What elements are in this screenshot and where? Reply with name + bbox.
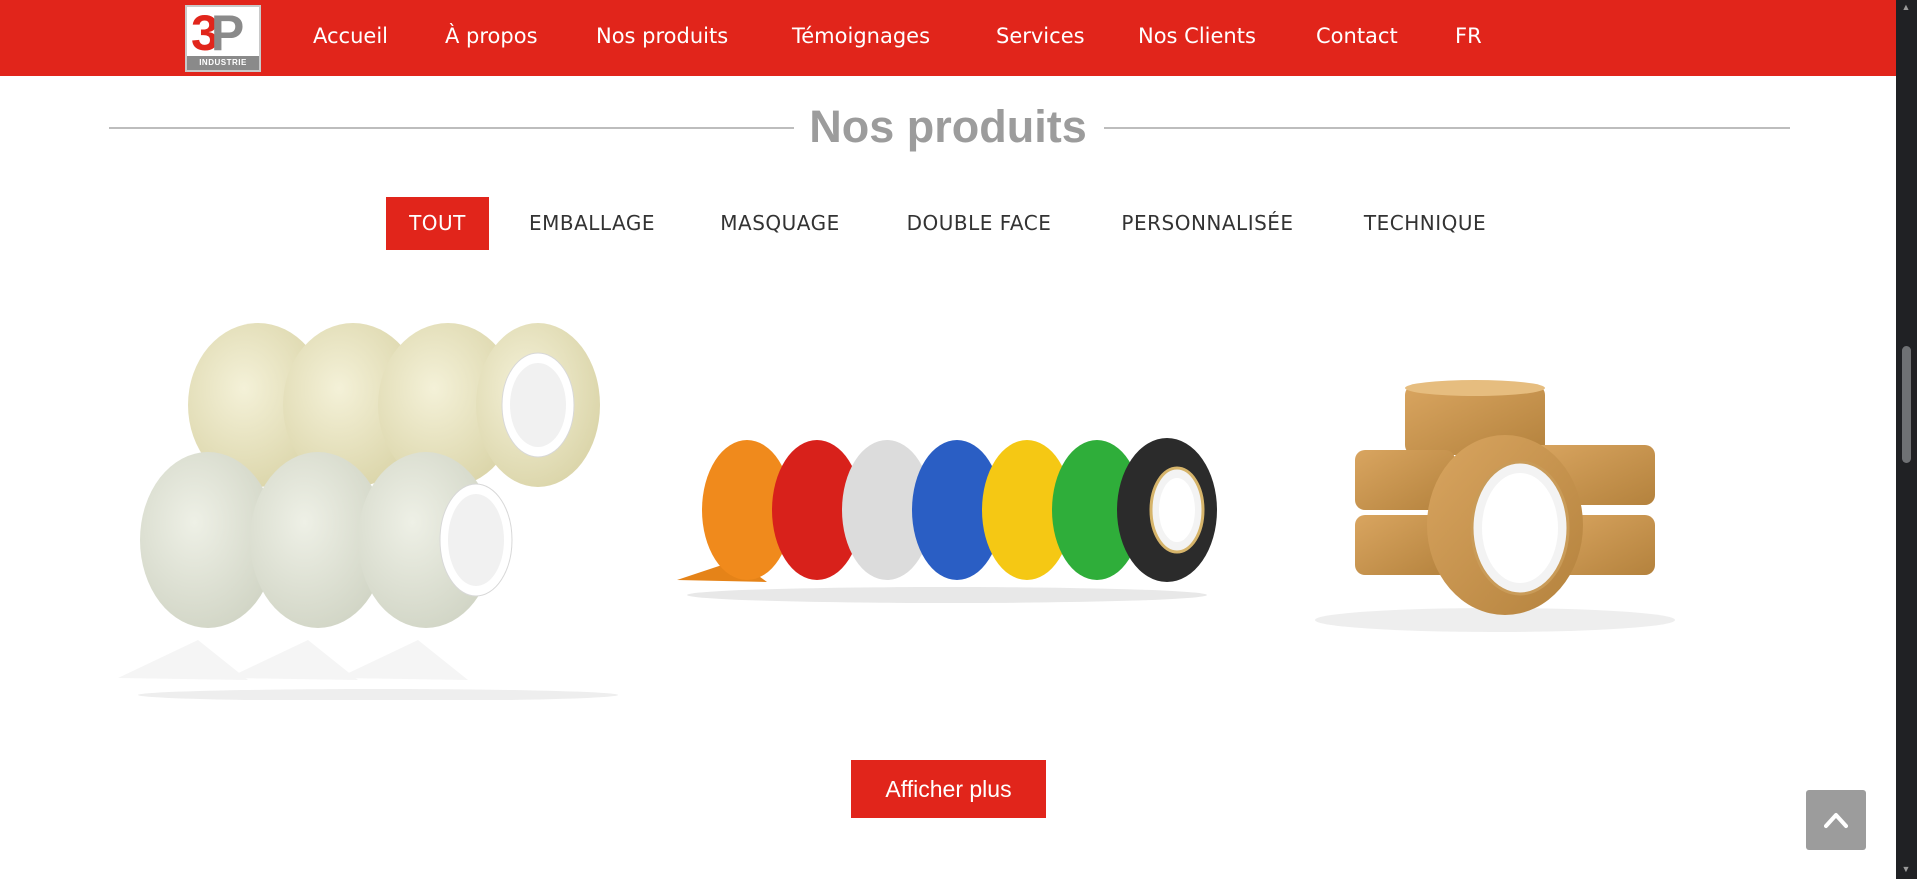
filter-tab-tout[interactable]: TOUT [386, 197, 489, 250]
nav-item-a-propos[interactable]: À propos [445, 24, 538, 52]
top-navbar: 3P INDUSTRIE Accueil À propos Nos produi… [0, 0, 1896, 76]
nav-item-nos-produits[interactable]: Nos produits [596, 24, 728, 52]
chevron-up-icon [1824, 813, 1848, 828]
logo-tag: INDUSTRIE [187, 56, 259, 70]
scroll-down-arrow-icon[interactable]: ▼ [1900, 864, 1912, 874]
filter-tab-technique[interactable]: TECHNIQUE [1345, 197, 1505, 250]
nav-item-services[interactable]: Services [996, 24, 1085, 52]
filter-tab-masquage[interactable]: MASQUAGE [700, 197, 860, 250]
back-to-top-button[interactable] [1806, 790, 1866, 850]
scrollbar-thumb[interactable] [1902, 346, 1911, 463]
nav-item-temoignages[interactable]: Témoignages [792, 24, 930, 52]
nav-item-nos-clients[interactable]: Nos Clients [1138, 24, 1256, 52]
filter-tab-personnalisee[interactable]: PERSONNALISÉE [1101, 197, 1314, 250]
nav-item-accueil[interactable]: Accueil [313, 24, 388, 52]
company-logo[interactable]: 3P INDUSTRIE [185, 5, 261, 72]
scroll-up-arrow-icon[interactable]: ▲ [1900, 2, 1912, 12]
product-card-brown-tape[interactable] [1305, 380, 1685, 640]
filter-tab-emballage[interactable]: EMBALLAGE [512, 197, 672, 250]
heading-divider-right [1104, 127, 1790, 129]
brown-tape-rolls-image [1315, 380, 1675, 632]
product-card-colored-tape[interactable] [677, 430, 1222, 610]
show-more-button[interactable]: Afficher plus [851, 760, 1046, 818]
heading-divider-left [109, 127, 794, 129]
section-title: Nos produits [809, 101, 1087, 152]
colored-tape-rolls-image [677, 438, 1217, 603]
clear-tape-rolls-image [118, 323, 618, 700]
product-card-clear-tape[interactable] [108, 310, 648, 700]
language-switcher[interactable]: FR [1455, 24, 1482, 52]
filter-tab-double-face[interactable]: DOUBLE FACE [889, 197, 1069, 250]
nav-item-contact[interactable]: Contact [1316, 24, 1398, 52]
